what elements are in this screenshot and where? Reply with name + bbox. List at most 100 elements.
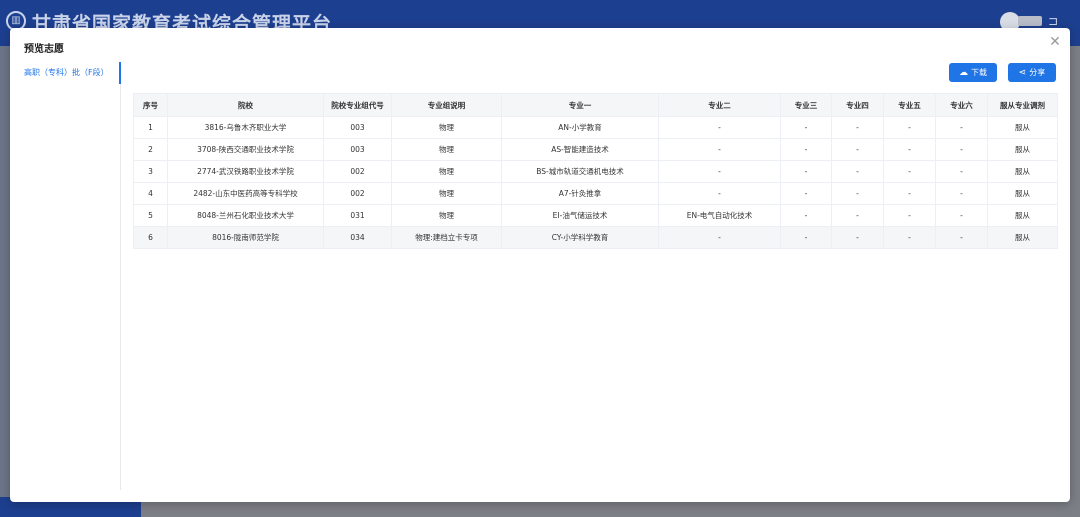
col-header-school: 院校 <box>167 93 324 117</box>
cell-school: 3708-陕西交通职业技术学院 <box>167 138 324 161</box>
col-header-major-3: 专业三 <box>780 93 832 117</box>
cell-school: 2774-武汉铁路职业技术学院 <box>167 160 324 183</box>
batch-tab-list: 高职（专科）批（F段） <box>10 62 121 490</box>
cell-adjust: 服从 <box>987 116 1058 139</box>
cell-major-6: - <box>935 116 988 139</box>
table-row: 2 3708-陕西交通职业技术学院 003 物理 AS-智能建造技术 - - -… <box>133 138 1058 161</box>
application-table: 序号 院校 院校专业组代号 专业组说明 专业一 专业二 专业三 专业四 专业五 … <box>133 93 1058 249</box>
cell-major-2: - <box>658 160 781 183</box>
col-header-major-5: 专业五 <box>883 93 936 117</box>
table-row: 4 2482-山东中医药高等专科学校 002 物理 A7-针灸推拿 - - - … <box>133 182 1058 205</box>
cell-major-5: - <box>883 160 936 183</box>
cell-major-6: - <box>935 182 988 205</box>
cell-group-desc: 物理 <box>391 138 502 161</box>
col-header-major-4: 专业四 <box>831 93 884 117</box>
cell-school: 8016-陇南师范学院 <box>167 226 324 249</box>
cell-group-desc: 物理:建档立卡专项 <box>391 226 502 249</box>
table-header-row: 序号 院校 院校专业组代号 专业组说明 专业一 专业二 专业三 专业四 专业五 … <box>133 93 1058 117</box>
cell-index: 5 <box>133 204 168 227</box>
cell-school: 3816-乌鲁木齐职业大学 <box>167 116 324 139</box>
logout-icon[interactable]: ⊐ <box>1048 14 1058 28</box>
cell-major-5: - <box>883 138 936 161</box>
cell-major-3: - <box>780 138 832 161</box>
cell-major-5: - <box>883 182 936 205</box>
table-row: 3 2774-武汉铁路职业技术学院 002 物理 BS-城市轨道交通机电技术 -… <box>133 160 1058 183</box>
cell-group-code: 031 <box>323 204 392 227</box>
cell-school: 8048-兰州石化职业技术大学 <box>167 204 324 227</box>
share-icon: ⋖ <box>1018 68 1027 78</box>
user-name-redacted <box>1018 16 1042 26</box>
cell-major-2: - <box>658 138 781 161</box>
cell-major-1: BS-城市轨道交通机电技术 <box>501 160 659 183</box>
cell-major-1: AN-小学教育 <box>501 116 659 139</box>
cell-major-1: EI-油气储运技术 <box>501 204 659 227</box>
table-row: 1 3816-乌鲁木齐职业大学 003 物理 AN-小学教育 - - - - -… <box>133 116 1058 139</box>
cell-group-desc: 物理 <box>391 160 502 183</box>
cell-major-2: - <box>658 182 781 205</box>
cell-major-5: - <box>883 204 936 227</box>
share-button[interactable]: ⋖ 分享 <box>1008 63 1056 82</box>
col-header-index: 序号 <box>133 93 168 117</box>
cell-group-desc: 物理 <box>391 116 502 139</box>
cell-major-4: - <box>831 226 884 249</box>
cell-major-2: EN-电气自动化技术 <box>658 204 781 227</box>
close-icon[interactable]: ✕ <box>1048 35 1062 49</box>
cell-major-3: - <box>780 116 832 139</box>
cell-school: 2482-山东中医药高等专科学校 <box>167 182 324 205</box>
col-header-group-desc: 专业组说明 <box>391 93 502 117</box>
cell-major-1: AS-智能建造技术 <box>501 138 659 161</box>
cell-major-2: - <box>658 116 781 139</box>
table-row: 6 8016-陇南师范学院 034 物理:建档立卡专项 CY-小学科学教育 - … <box>133 226 1058 249</box>
col-header-major-1: 专业一 <box>501 93 659 117</box>
table-row: 5 8048-兰州石化职业技术大学 031 物理 EI-油气储运技术 EN-电气… <box>133 204 1058 227</box>
col-header-adjust: 服从专业调剂 <box>987 93 1058 117</box>
cell-major-6: - <box>935 138 988 161</box>
cell-group-code: 003 <box>323 116 392 139</box>
cell-major-4: - <box>831 160 884 183</box>
cell-major-1: A7-针灸推拿 <box>501 182 659 205</box>
cell-adjust: 服从 <box>987 204 1058 227</box>
cell-major-5: - <box>883 226 936 249</box>
col-header-major-2: 专业二 <box>658 93 781 117</box>
cell-major-3: - <box>780 204 832 227</box>
cell-index: 3 <box>133 160 168 183</box>
cell-major-5: - <box>883 116 936 139</box>
download-label: 下载 <box>971 68 987 77</box>
cell-group-code: 002 <box>323 160 392 183</box>
active-tab-indicator <box>119 62 121 84</box>
cell-index: 2 <box>133 138 168 161</box>
cell-major-6: - <box>935 226 988 249</box>
cell-major-6: - <box>935 160 988 183</box>
cell-major-4: - <box>831 182 884 205</box>
cell-major-1: CY-小学科学教育 <box>501 226 659 249</box>
dialog-title: 预览志愿 <box>24 44 64 55</box>
col-header-major-6: 专业六 <box>935 93 988 117</box>
cell-major-2: - <box>658 226 781 249</box>
share-label: 分享 <box>1029 68 1046 77</box>
tab-vocational-batch[interactable]: 高职（专科）批（F段） <box>10 62 121 84</box>
cell-group-code: 034 <box>323 226 392 249</box>
cell-group-code: 002 <box>323 182 392 205</box>
cell-major-6: - <box>935 204 988 227</box>
download-button[interactable]: ☁ 下载 <box>949 63 997 82</box>
cell-major-4: - <box>831 138 884 161</box>
col-header-group-code: 院校专业组代号 <box>323 93 392 117</box>
cell-index: 1 <box>133 116 168 139</box>
preview-dialog: 预览志愿 ✕ 高职（专科）批（F段） ☁ 下载 ⋖ 分享 序号 院校 院校专业组代号… <box>10 28 1070 502</box>
cell-index: 6 <box>133 226 168 249</box>
cell-major-3: - <box>780 226 832 249</box>
cell-group-desc: 物理 <box>391 182 502 205</box>
cell-major-3: - <box>780 160 832 183</box>
cell-adjust: 服从 <box>987 160 1058 183</box>
cell-adjust: 服从 <box>987 182 1058 205</box>
cell-major-3: - <box>780 182 832 205</box>
cell-index: 4 <box>133 182 168 205</box>
cell-major-4: - <box>831 116 884 139</box>
cell-group-code: 003 <box>323 138 392 161</box>
cell-group-desc: 物理 <box>391 204 502 227</box>
tab-label: 高职（专科）批（F段） <box>24 68 109 77</box>
cell-major-4: - <box>831 204 884 227</box>
cell-adjust: 服从 <box>987 138 1058 161</box>
cell-adjust: 服从 <box>987 226 1058 249</box>
cloud-download-icon: ☁ <box>959 68 968 78</box>
